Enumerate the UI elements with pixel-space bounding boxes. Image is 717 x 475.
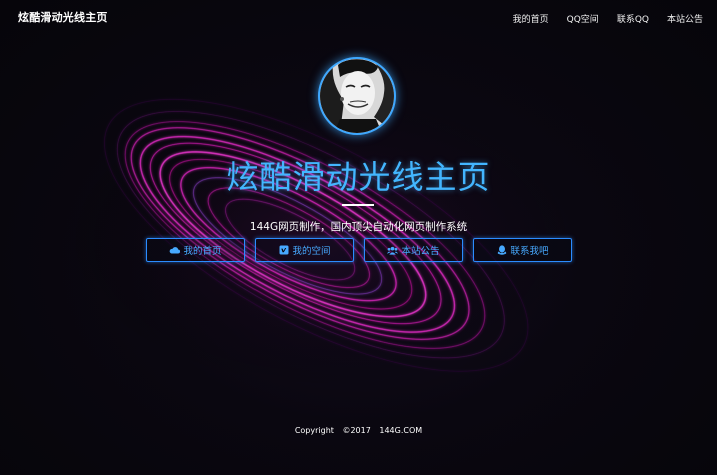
page-title: 炫酷滑动光线主页 [226,158,491,196]
home-button-label: 我的首页 [183,246,222,257]
nav-item-contact-qq[interactable]: 联系QQ [617,12,649,25]
users-icon [387,245,399,255]
cloud-icon [169,245,181,255]
title-divider [342,204,374,206]
nav-item-qq-space[interactable]: QQ空间 [567,12,599,25]
avatar-image [320,59,394,133]
page-subtitle: 144G网页制作，国内顶尖自动化网页制作系统 [249,221,468,233]
nav-item-home[interactable]: 我的首页 [513,12,549,25]
my-space-button-label: 我的空间 [292,246,331,257]
contact-button[interactable]: 联系我吧 [473,238,572,262]
qq-icon [496,245,507,255]
vimeo-icon [278,245,289,255]
link-buttons: 我的首页 我的空间 本站公告 联系我吧 [146,238,572,262]
nav-item-announcement[interactable]: 本站公告 [667,12,703,25]
nav-menu: 我的首页 QQ空间 联系QQ 本站公告 [513,12,703,25]
page: 炫酷滑动光线主页 我的首页 QQ空间 联系QQ 本站公告 炫酷滑动光线主页 14… [0,0,717,475]
home-button[interactable]: 我的首页 [146,238,245,262]
top-navigation-bar: 炫酷滑动光线主页 我的首页 QQ空间 联系QQ 本站公告 [0,0,717,36]
announcement-button-label: 本站公告 [401,246,440,257]
contact-button-label: 联系我吧 [510,246,549,257]
footer-copyright: Copyright ©2017 144G.COM [294,426,423,435]
avatar [318,57,396,135]
my-space-button[interactable]: 我的空间 [255,238,354,262]
announcement-button[interactable]: 本站公告 [364,238,463,262]
site-brand[interactable]: 炫酷滑动光线主页 [18,9,108,25]
